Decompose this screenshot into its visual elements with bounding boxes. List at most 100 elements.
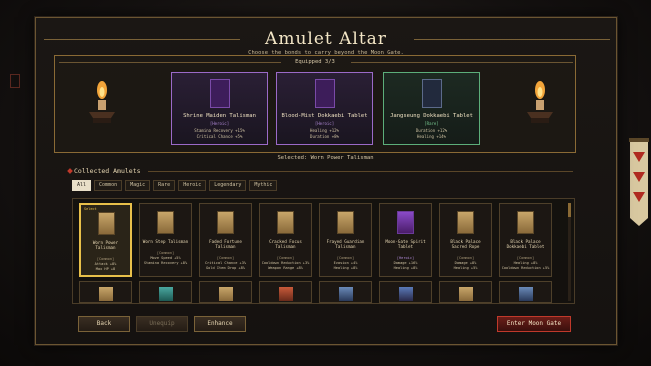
amulet-rarity: [Common] bbox=[96, 257, 115, 261]
amulet-stat: Damage +16% bbox=[393, 261, 418, 265]
amulet-card[interactable] bbox=[259, 281, 312, 303]
amulet-rarity: [Common] bbox=[216, 256, 235, 260]
equipped-card-rarity: [Heroic] bbox=[209, 121, 230, 126]
amulet-card[interactable] bbox=[319, 281, 372, 303]
amulet-rarity: [Common] bbox=[456, 256, 475, 260]
tab-mythic[interactable]: Mythic bbox=[249, 180, 278, 191]
talisman-icon bbox=[339, 287, 353, 301]
tablet-icon bbox=[315, 79, 335, 108]
talisman-icon bbox=[219, 287, 233, 301]
amulet-stat: Evasion +4% bbox=[333, 261, 358, 265]
equipped-card-stat: Stamina Recovery +15% bbox=[194, 128, 245, 133]
collected-heading: Collected Amulets bbox=[74, 167, 141, 175]
talisman-icon bbox=[98, 212, 115, 235]
equipped-card-rarity: [Rare] bbox=[424, 121, 439, 126]
title-divider-right bbox=[414, 39, 610, 40]
equipped-card-stat: Healing +12% bbox=[310, 128, 339, 133]
amulet-stat: Healing +8% bbox=[513, 261, 538, 265]
amulet-stat: Stamina Recovery +8% bbox=[143, 261, 188, 265]
amulet-card[interactable]: Moon-Gate Spirit Tablet [Heroic] Damage … bbox=[379, 203, 432, 277]
amulet-name: Worn Power Talisman bbox=[92, 240, 119, 250]
amulet-card[interactable] bbox=[199, 281, 252, 303]
talisman-icon bbox=[210, 79, 230, 108]
amulet-stat: Cooldown Reduction +5% bbox=[501, 266, 550, 270]
talisman-icon bbox=[159, 287, 173, 301]
talisman-icon bbox=[337, 211, 354, 234]
left-candle-brazier-icon bbox=[87, 78, 117, 128]
talisman-icon bbox=[459, 287, 473, 301]
amulet-card[interactable] bbox=[79, 281, 132, 303]
amulet-stat: Move Speed +5% bbox=[150, 256, 181, 260]
equipped-divider-right bbox=[351, 62, 573, 63]
back-button[interactable]: Back bbox=[78, 316, 130, 332]
amulet-card[interactable] bbox=[379, 281, 432, 303]
tab-all[interactable]: All bbox=[72, 180, 92, 191]
amulet-card[interactable]: Frayed Guardian Talisman [Common] Evasio… bbox=[319, 203, 372, 277]
amulet-card[interactable]: Black Palace Dokkaebi Tablet [Common] He… bbox=[499, 203, 552, 277]
amulet-card[interactable]: Select Worn Power Talisman [Common] Atta… bbox=[79, 203, 132, 277]
rarity-filter-tabs: All Common Magic Rare Heroic Legendary M… bbox=[72, 180, 278, 191]
collected-divider bbox=[148, 171, 573, 172]
amulet-name: Black Palace Sacred Rope bbox=[450, 239, 481, 249]
equipped-card-3[interactable]: Jangseung Dokkaebi Tablet [Rare] Duratio… bbox=[383, 72, 480, 145]
equipped-card-1[interactable]: Shrine Maiden Talisman [Heroic] Stamina … bbox=[171, 72, 268, 145]
equipped-card-rarity: [Heroic] bbox=[314, 121, 335, 126]
talisman-icon bbox=[519, 287, 533, 301]
amulet-rarity: [Common] bbox=[336, 256, 355, 260]
equipped-card-stat: Healing +14% bbox=[417, 134, 446, 139]
amulet-stat: Attack +8% bbox=[94, 262, 117, 266]
equipped-card-stat: Duration +12% bbox=[415, 128, 448, 133]
right-candle-brazier-icon bbox=[525, 78, 555, 128]
unequip-button[interactable]: Unequip bbox=[136, 316, 188, 332]
amulet-rarity: [Common] bbox=[516, 256, 535, 260]
enhance-button[interactable]: Enhance bbox=[194, 316, 246, 332]
amulet-name: Black Palace Dokkaebi Tablet bbox=[506, 239, 545, 249]
enter-moon-gate-button[interactable]: Enter Moon Gate bbox=[497, 316, 571, 332]
tablet-icon bbox=[517, 211, 534, 234]
amulet-name: Frayed Guardian Talisman bbox=[326, 239, 365, 249]
tab-heroic[interactable]: Heroic bbox=[178, 180, 207, 191]
grid-scrollbar[interactable] bbox=[568, 203, 571, 301]
amulet-name: Worn Step Talisman bbox=[142, 239, 189, 244]
amulet-stat: Weapon Range +8% bbox=[268, 266, 303, 270]
equipped-card-stat: Critical Chance +5% bbox=[196, 134, 243, 139]
scroll-thumb[interactable] bbox=[568, 203, 571, 217]
amulet-grid: Select Worn Power Talisman [Common] Atta… bbox=[72, 198, 575, 304]
amulet-name: Cracked Focus Talisman bbox=[269, 239, 302, 249]
amulet-card[interactable] bbox=[439, 281, 492, 303]
amulet-stat: Healing +8% bbox=[393, 266, 418, 270]
amulet-name: Moon-Gate Spirit Tablet bbox=[385, 239, 426, 249]
talisman-icon bbox=[399, 287, 413, 301]
amulet-card[interactable]: Worn Step Talisman [Common] Move Speed +… bbox=[139, 203, 192, 277]
amulet-stat: Max HP +8 bbox=[95, 267, 116, 271]
selected-amulet-label: Selected: Worn Power Talisman bbox=[277, 155, 374, 161]
tablet-icon bbox=[422, 79, 442, 108]
amulet-card[interactable] bbox=[139, 281, 192, 303]
amulet-card[interactable]: Cracked Focus Talisman [Common] Cooldown… bbox=[259, 203, 312, 277]
amulet-stat: Healing +8% bbox=[333, 266, 358, 270]
equipped-panel: Equipped 3/3 Shrine Maiden Talisman [Her… bbox=[54, 55, 576, 153]
amulet-card[interactable]: Faded Fortune Talisman [Common] Critical… bbox=[199, 203, 252, 277]
amulet-rarity: [Heroic] bbox=[396, 256, 415, 260]
tab-magic[interactable]: Magic bbox=[125, 180, 151, 191]
seal-stamp-decor bbox=[10, 74, 20, 88]
rope-icon bbox=[457, 211, 474, 234]
amulet-card[interactable]: Black Palace Sacred Rope [Common] Damage… bbox=[439, 203, 492, 277]
tab-common[interactable]: Common bbox=[94, 180, 123, 191]
tablet-icon bbox=[397, 211, 414, 234]
equipped-card-name: Jangseung Dokkaebi Tablet bbox=[390, 113, 473, 119]
amulet-stat: Damage +8% bbox=[454, 261, 477, 265]
amulet-name: Faded Fortune Talisman bbox=[209, 239, 242, 249]
amulet-stat: Healing +5% bbox=[453, 266, 478, 270]
equipped-card-stat: Duration +8% bbox=[310, 134, 339, 139]
amulet-rarity: [Common] bbox=[276, 256, 295, 260]
equipped-card-2[interactable]: Blood-Mist Dokkaebi Tablet [Heroic] Heal… bbox=[276, 72, 373, 145]
equipped-card-name: Shrine Maiden Talisman bbox=[183, 113, 256, 119]
amulet-stat: Cooldown Reduction +3% bbox=[261, 261, 310, 265]
talisman-icon bbox=[277, 211, 294, 234]
tab-legendary[interactable]: Legendary bbox=[209, 180, 247, 191]
selected-badge: Select bbox=[84, 207, 97, 211]
hanging-banner-decor bbox=[627, 138, 651, 228]
tab-rare[interactable]: Rare bbox=[153, 180, 176, 191]
amulet-card[interactable] bbox=[499, 281, 552, 303]
